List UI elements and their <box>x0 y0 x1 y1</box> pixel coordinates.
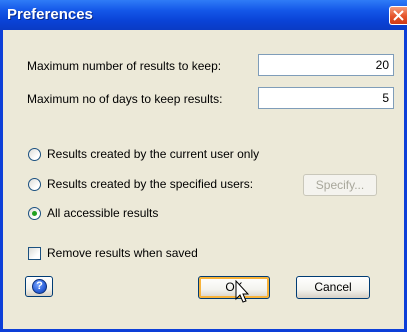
specify-button[interactable]: Specify... <box>303 174 377 196</box>
cancel-button[interactable]: Cancel <box>296 276 370 299</box>
mouse-pointer-icon <box>235 280 250 303</box>
max-days-label: Maximum no of days to keep results: <box>27 92 223 106</box>
radio-all-accessible[interactable] <box>28 207 41 220</box>
current-user-label: Results created by the current user only <box>47 147 260 161</box>
help-button[interactable]: ? <box>25 276 53 297</box>
all-accessible-label: All accessible results <box>47 206 159 220</box>
radio-specified-users[interactable] <box>28 178 41 191</box>
radio-current-user[interactable] <box>28 148 41 161</box>
remove-results-label: Remove results when saved <box>47 246 198 260</box>
window-title: Preferences <box>7 6 93 23</box>
close-icon <box>393 10 404 21</box>
max-results-label: Maximum number of results to keep: <box>27 59 222 73</box>
dialog-body: Maximum number of results to keep: 20 Ma… <box>3 30 404 329</box>
radio-selected-dot <box>32 211 37 216</box>
help-icon: ? <box>32 279 47 294</box>
specified-users-label: Results created by the specified users: <box>47 177 254 191</box>
close-button[interactable] <box>389 6 407 25</box>
max-results-input[interactable]: 20 <box>258 54 394 76</box>
preferences-dialog: Preferences Maximum number of results to… <box>0 0 407 332</box>
max-days-input[interactable]: 5 <box>258 87 394 109</box>
ok-button[interactable]: OK <box>198 276 270 299</box>
remove-results-checkbox[interactable] <box>28 247 41 260</box>
title-bar[interactable]: Preferences <box>0 0 407 30</box>
